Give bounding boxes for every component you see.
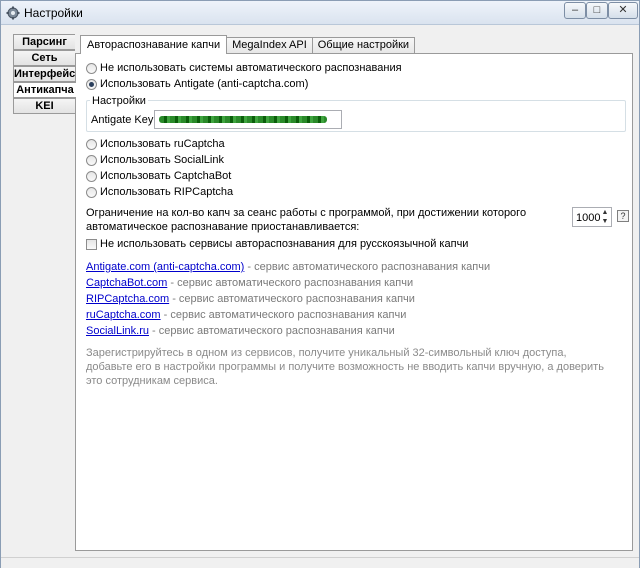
radio-antigate[interactable] (86, 78, 97, 90)
service-link-row: CaptchaBot.com - сервис автоматического … (86, 277, 413, 289)
ripcaptcha-link[interactable]: RIPCaptcha.com (86, 293, 169, 305)
ripcaptcha-link-desc: - сервис автоматического распознавания к… (169, 293, 415, 305)
sociallink-link[interactable]: SocialLink.ru (86, 325, 149, 337)
option-sociallink-label: Использовать SocialLink (100, 154, 224, 166)
antigate-key-input[interactable] (154, 110, 342, 129)
top-tab-strip: Автораспознавание капчи MegaIndex API Об… (80, 35, 416, 54)
sociallink-link-desc: - сервис автоматического распознавания к… (148, 325, 395, 337)
antigate-key-label: Antigate Key: (91, 114, 157, 126)
rucaptcha-link-desc: - сервис автоматического распознавания к… (160, 309, 407, 321)
option-no-auto[interactable]: Не использовать системы автоматического … (86, 62, 402, 74)
side-tab-interface[interactable]: Интерфейс (13, 66, 75, 82)
help-button[interactable]: ? (617, 210, 629, 222)
side-tab-kei[interactable]: KEI (13, 98, 75, 114)
radio-sociallink[interactable] (86, 154, 97, 166)
title-bar[interactable]: Настройки – □ ✕ (1, 1, 639, 25)
side-tab-parsing[interactable]: Парсинг (13, 34, 75, 50)
option-antigate[interactable]: Использовать Antigate (anti-captcha.com) (86, 78, 308, 90)
window-bottom-edge (1, 557, 639, 568)
tab-megaindex-api[interactable]: MegaIndex API (226, 37, 313, 54)
spin-up-icon[interactable]: ▲ (600, 208, 610, 217)
option-rucaptcha-label: Использовать ruCaptcha (100, 138, 225, 150)
option-sociallink[interactable]: Использовать SocialLink (86, 154, 224, 166)
app-icon (6, 6, 20, 20)
option-rucaptcha[interactable]: Использовать ruCaptcha (86, 138, 225, 150)
option-ripcaptcha[interactable]: Использовать RIPCaptcha (86, 186, 233, 198)
minimize-button[interactable]: – (564, 2, 586, 19)
radio-rucaptcha[interactable] (86, 138, 97, 150)
captchabot-link-desc: - сервис автоматического распознавания к… (167, 277, 414, 289)
captcha-limit-label: Ограничение на кол-во капч за сеанс рабо… (86, 207, 527, 233)
spin-down-icon[interactable]: ▼ (600, 217, 610, 226)
service-link-row: RIPCaptcha.com - сервис автоматического … (86, 293, 415, 305)
redacted-key-mark (159, 116, 327, 123)
side-tab-network[interactable]: Сеть (13, 50, 75, 66)
side-tab-strip: Парсинг Сеть Интерфейс Антикапча KEI (13, 34, 76, 114)
russian-captcha-option[interactable]: Не использовать сервисы автораспознавани… (86, 238, 468, 250)
side-tab-anticaptcha[interactable]: Антикапча (13, 82, 76, 98)
option-ripcaptcha-label: Использовать RIPCaptcha (100, 186, 234, 198)
radio-ripcaptcha[interactable] (86, 186, 97, 198)
close-button[interactable]: ✕ (608, 2, 638, 19)
option-antigate-label: Использовать Antigate (anti-captcha.com) (100, 78, 309, 90)
option-no-auto-label: Не использовать системы автоматического … (100, 62, 402, 74)
radio-no-auto[interactable] (86, 62, 97, 74)
captchabot-link[interactable]: CaptchaBot.com (86, 277, 167, 289)
service-link-row: Antigate.com (anti-captcha.com) - сервис… (86, 261, 490, 273)
tab-captcha-recognition[interactable]: Автораспознавание капчи (80, 35, 228, 54)
service-link-row: ruCaptcha.com - сервис автоматического р… (86, 309, 406, 321)
maximize-button[interactable]: □ (586, 2, 608, 19)
antigate-link-desc: - сервис автоматического распознавания к… (244, 261, 491, 273)
radio-captchabot[interactable] (86, 170, 97, 182)
rucaptcha-link[interactable]: ruCaptcha.com (86, 309, 161, 321)
russian-captcha-label: Не использовать сервисы автораспознавани… (100, 238, 469, 250)
settings-window: Настройки – □ ✕ Парсинг Сеть Интерфейс А… (0, 0, 640, 568)
russian-captcha-checkbox[interactable] (86, 238, 97, 250)
registration-hint: Зарегистрируйтесь в одном из сервисов, п… (86, 347, 604, 387)
service-link-row: SocialLink.ru - сервис автоматического р… (86, 325, 395, 337)
tab-general-settings[interactable]: Общие настройки (311, 37, 416, 54)
option-captchabot-label: Использовать CaptchaBot (100, 170, 232, 182)
antigate-link[interactable]: Antigate.com (anti-captcha.com) (86, 261, 244, 273)
window-title: Настройки (24, 6, 83, 20)
captcha-limit-value: 1000 (576, 212, 601, 224)
option-captchabot[interactable]: Использовать CaptchaBot (86, 170, 231, 182)
settings-group-label: Настройки (90, 95, 148, 107)
captcha-limit-spinner[interactable]: 1000 ▲ ▼ (572, 207, 612, 227)
